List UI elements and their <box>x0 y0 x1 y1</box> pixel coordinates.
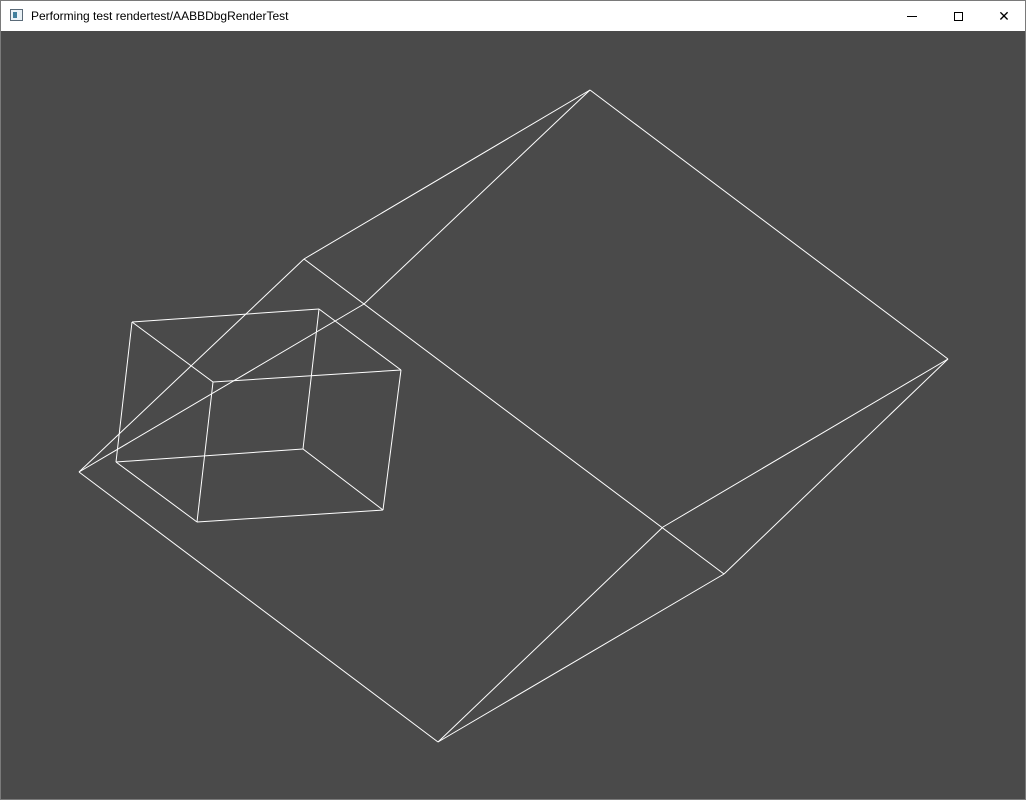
close-icon: ✕ <box>998 7 1010 24</box>
edge <box>363 89 591 305</box>
small-aabb-wireframe <box>115 308 402 523</box>
app-icon <box>10 9 23 21</box>
edge <box>437 526 664 743</box>
edge <box>303 258 725 575</box>
edge <box>662 358 949 528</box>
edge <box>382 369 402 511</box>
edge <box>196 509 384 523</box>
window-title: Performing test rendertest/AABBDbgRender… <box>31 9 289 23</box>
title-bar[interactable]: Performing test rendertest/AABBDbgRender… <box>1 1 1025 31</box>
edge <box>723 358 949 575</box>
edge <box>302 448 384 511</box>
edge <box>78 471 439 743</box>
minimize-icon <box>907 15 917 17</box>
close-button[interactable]: ✕ <box>981 1 1026 31</box>
edge <box>78 303 365 473</box>
edge <box>115 461 198 523</box>
edge <box>196 381 214 523</box>
maximize-button[interactable] <box>935 1 981 31</box>
edge <box>131 321 214 383</box>
edge <box>131 308 320 323</box>
render-viewport <box>1 31 1025 799</box>
edge <box>115 321 133 463</box>
edge <box>303 89 591 260</box>
edge <box>302 308 320 450</box>
edge <box>437 573 725 743</box>
minimize-button[interactable] <box>889 1 935 31</box>
edge <box>115 448 304 463</box>
edge <box>318 308 402 371</box>
edge <box>589 89 949 360</box>
app-window: Performing test rendertest/AABBDbgRender… <box>0 0 1026 800</box>
maximize-icon <box>953 11 963 21</box>
aabb-wireframe-canvas <box>78 89 949 743</box>
